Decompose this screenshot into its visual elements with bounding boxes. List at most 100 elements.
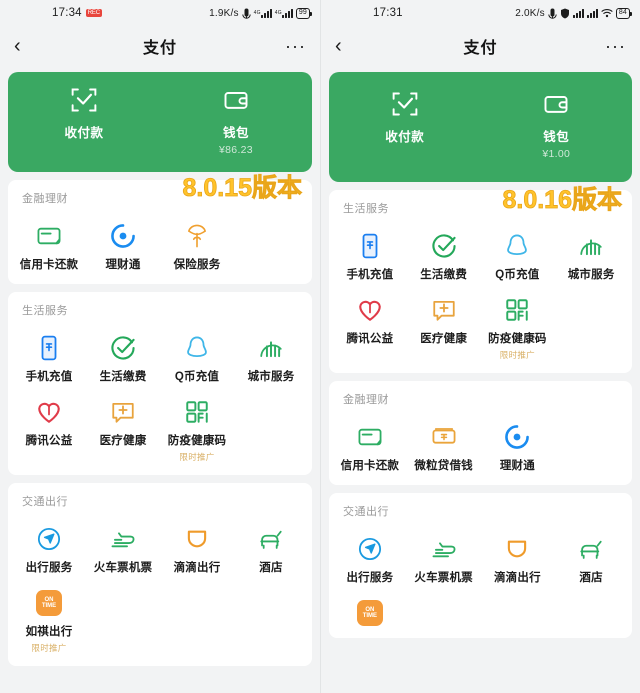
grid-item-label: 理财通 bbox=[105, 256, 140, 272]
licaitong-icon bbox=[110, 222, 136, 249]
section-title: 金融理财 bbox=[329, 391, 632, 409]
grid-item-train-flight[interactable]: 火车票机票 bbox=[407, 521, 481, 585]
phone-screen-right: 17:31 2.0K/s 84 ‹ 支付 ··· 收付款 钱包 ¥1.00 生活… bbox=[320, 0, 640, 693]
credit-card-icon bbox=[36, 222, 62, 249]
grid-item-label: 城市服务 bbox=[248, 368, 295, 384]
grid-item-licaitong[interactable]: 理财通 bbox=[86, 208, 160, 272]
promo-badge: 限时推广 bbox=[179, 451, 214, 463]
section-金融理财: 金融理财 8.0.15版本 信用卡还款 理财通 保险服务 bbox=[8, 180, 312, 284]
grid-item-ruqi[interactable]: ON TIME 如祺出行 限时推广 bbox=[12, 575, 86, 654]
grid-item-label: 手机充值 bbox=[26, 368, 73, 384]
grid-item-didi[interactable]: 滴滴出行 bbox=[481, 521, 555, 585]
section-grid: 出行服务 火车票机票 滴滴出行 酒店 ON bbox=[8, 511, 312, 654]
ruqi-icon: ON TIME bbox=[357, 599, 383, 626]
grid-item-city-service[interactable]: 城市服务 bbox=[554, 218, 628, 282]
city-service-icon bbox=[578, 232, 604, 259]
grid-item-health-qr[interactable]: 防疫健康码 限时推广 bbox=[160, 384, 234, 463]
grid-item-phone-recharge[interactable]: 手机充值 bbox=[12, 320, 86, 384]
grid-item-credit-card[interactable]: 信用卡还款 bbox=[333, 409, 407, 473]
grid-item-didi[interactable]: 滴滴出行 bbox=[160, 511, 234, 575]
grid-item-insurance[interactable]: 保险服务 bbox=[160, 208, 234, 272]
page-title: 支付 bbox=[321, 34, 640, 58]
grid-item-hotel[interactable]: 酒店 bbox=[234, 511, 308, 575]
battery-icon: 84 bbox=[616, 8, 630, 19]
signal-1-icon bbox=[573, 9, 584, 18]
grid-item-label: 火车票机票 bbox=[94, 559, 153, 575]
status-time: 17:34 bbox=[52, 7, 82, 19]
grid-item-credit-card[interactable]: 信用卡还款 bbox=[12, 208, 86, 272]
card-item-scan-pay[interactable]: 收付款 bbox=[329, 72, 481, 145]
grid-item-travel-service[interactable]: 出行服务 bbox=[12, 511, 86, 575]
grid-item-label: 生活缴费 bbox=[100, 368, 147, 384]
phone-screen-left: 17:34 REC 1.9K/s 4G4G99 ‹ 支付 ··· 收付款 钱包 … bbox=[0, 0, 320, 693]
signal-2-icon bbox=[587, 9, 598, 18]
section-grid: 出行服务 火车票机票 滴滴出行 酒店 ON bbox=[329, 521, 632, 626]
grid-item-label: 信用卡还款 bbox=[20, 256, 79, 272]
section-生活服务: 生活服务 手机充值 生活缴费 Q币充值 城市服务 bbox=[8, 292, 312, 475]
more-options-icon[interactable]: ··· bbox=[605, 37, 626, 55]
section-title: 交通出行 bbox=[8, 493, 312, 511]
grid-item-licaitong[interactable]: 理财通 bbox=[481, 409, 555, 473]
grid-item-label: 生活缴费 bbox=[420, 266, 467, 282]
utility-pay-icon bbox=[431, 232, 457, 259]
back-icon[interactable]: ‹ bbox=[14, 36, 21, 56]
grid-item-label: 酒店 bbox=[259, 559, 282, 575]
phone-recharge-icon bbox=[36, 334, 62, 361]
promo-badge: 限时推广 bbox=[31, 642, 66, 654]
travel-service-icon bbox=[357, 535, 383, 562]
grid-item-ruqi[interactable]: ON TIME bbox=[333, 585, 407, 626]
grid-item-label: 城市服务 bbox=[568, 266, 615, 282]
hotel-icon bbox=[578, 535, 604, 562]
grid-item-medical-health[interactable]: 医疗健康 bbox=[407, 282, 481, 361]
status-left: 17:34 REC bbox=[52, 7, 102, 19]
grid-item-city-service[interactable]: 城市服务 bbox=[234, 320, 308, 384]
grid-item-label: 微粒贷借钱 bbox=[414, 457, 473, 473]
grid-item-qcoin[interactable]: Q币充值 bbox=[160, 320, 234, 384]
grid-item-label: 滴滴出行 bbox=[174, 559, 221, 575]
grid-item-medical-health[interactable]: 医疗健康 bbox=[86, 384, 160, 463]
grid-item-label: 如祺出行 bbox=[26, 623, 73, 639]
section-金融理财: 金融理财 信用卡还款 微粒贷借钱 理财通 bbox=[329, 381, 632, 485]
city-service-icon bbox=[258, 334, 284, 361]
back-icon[interactable]: ‹ bbox=[335, 36, 342, 56]
version-annotation: 8.0.15版本 bbox=[182, 176, 302, 201]
signal-4g-1-icon: 4G bbox=[254, 9, 272, 18]
grid-item-utility-pay[interactable]: 生活缴费 bbox=[86, 320, 160, 384]
status-right: 1.9K/s 4G4G99 bbox=[209, 8, 310, 19]
didi-icon bbox=[504, 535, 530, 562]
mute-icon bbox=[242, 8, 251, 19]
section-grid: 信用卡还款 微粒贷借钱 理财通 bbox=[329, 409, 632, 473]
grid-item-qcoin[interactable]: Q币充值 bbox=[481, 218, 555, 282]
didi-icon bbox=[184, 525, 210, 552]
tencent-charity-icon bbox=[357, 296, 383, 323]
grid-item-label: 手机充值 bbox=[346, 266, 393, 282]
more-options-icon[interactable]: ··· bbox=[285, 37, 306, 55]
card-item-wallet[interactable]: 钱包 ¥1.00 bbox=[481, 72, 633, 160]
wallet-balance: ¥86.23 bbox=[219, 144, 253, 156]
status-bar: 17:31 2.0K/s 84 bbox=[321, 0, 640, 26]
grid-item-weilidai[interactable]: 微粒贷借钱 bbox=[407, 409, 481, 473]
grid-item-label: 防疫健康码 bbox=[168, 432, 227, 448]
grid-item-health-qr[interactable]: 防疫健康码 限时推广 bbox=[481, 282, 555, 361]
grid-item-label: 防疫健康码 bbox=[488, 330, 547, 346]
grid-item-phone-recharge[interactable]: 手机充值 bbox=[333, 218, 407, 282]
grid-item-tencent-charity[interactable]: 腾讯公益 bbox=[333, 282, 407, 361]
weilidai-icon bbox=[431, 423, 457, 450]
card-item-scan-pay[interactable]: 收付款 bbox=[8, 72, 160, 141]
vibrate-icon bbox=[548, 8, 557, 19]
grid-item-tencent-charity[interactable]: 腾讯公益 bbox=[12, 384, 86, 463]
nav-bar: ‹ 支付 ··· bbox=[321, 26, 640, 66]
grid-item-train-flight[interactable]: 火车票机票 bbox=[86, 511, 160, 575]
grid-item-travel-service[interactable]: 出行服务 bbox=[333, 521, 407, 585]
card-item-label: 钱包 bbox=[543, 126, 569, 145]
health-qr-icon bbox=[504, 296, 530, 323]
shield-icon bbox=[560, 8, 570, 19]
grid-item-hotel[interactable]: 酒店 bbox=[554, 521, 628, 585]
section-grid: 手机充值 生活缴费 Q币充值 城市服务 腾讯公益 bbox=[8, 320, 312, 463]
qcoin-icon bbox=[504, 232, 530, 259]
dual-screenshot-comparison: 17:34 REC 1.9K/s 4G4G99 ‹ 支付 ··· 收付款 钱包 … bbox=[0, 0, 640, 693]
grid-item-utility-pay[interactable]: 生活缴费 bbox=[407, 218, 481, 282]
card-item-wallet[interactable]: 钱包 ¥86.23 bbox=[160, 72, 312, 156]
grid-item-label: 医疗健康 bbox=[420, 330, 467, 346]
travel-service-icon bbox=[36, 525, 62, 552]
